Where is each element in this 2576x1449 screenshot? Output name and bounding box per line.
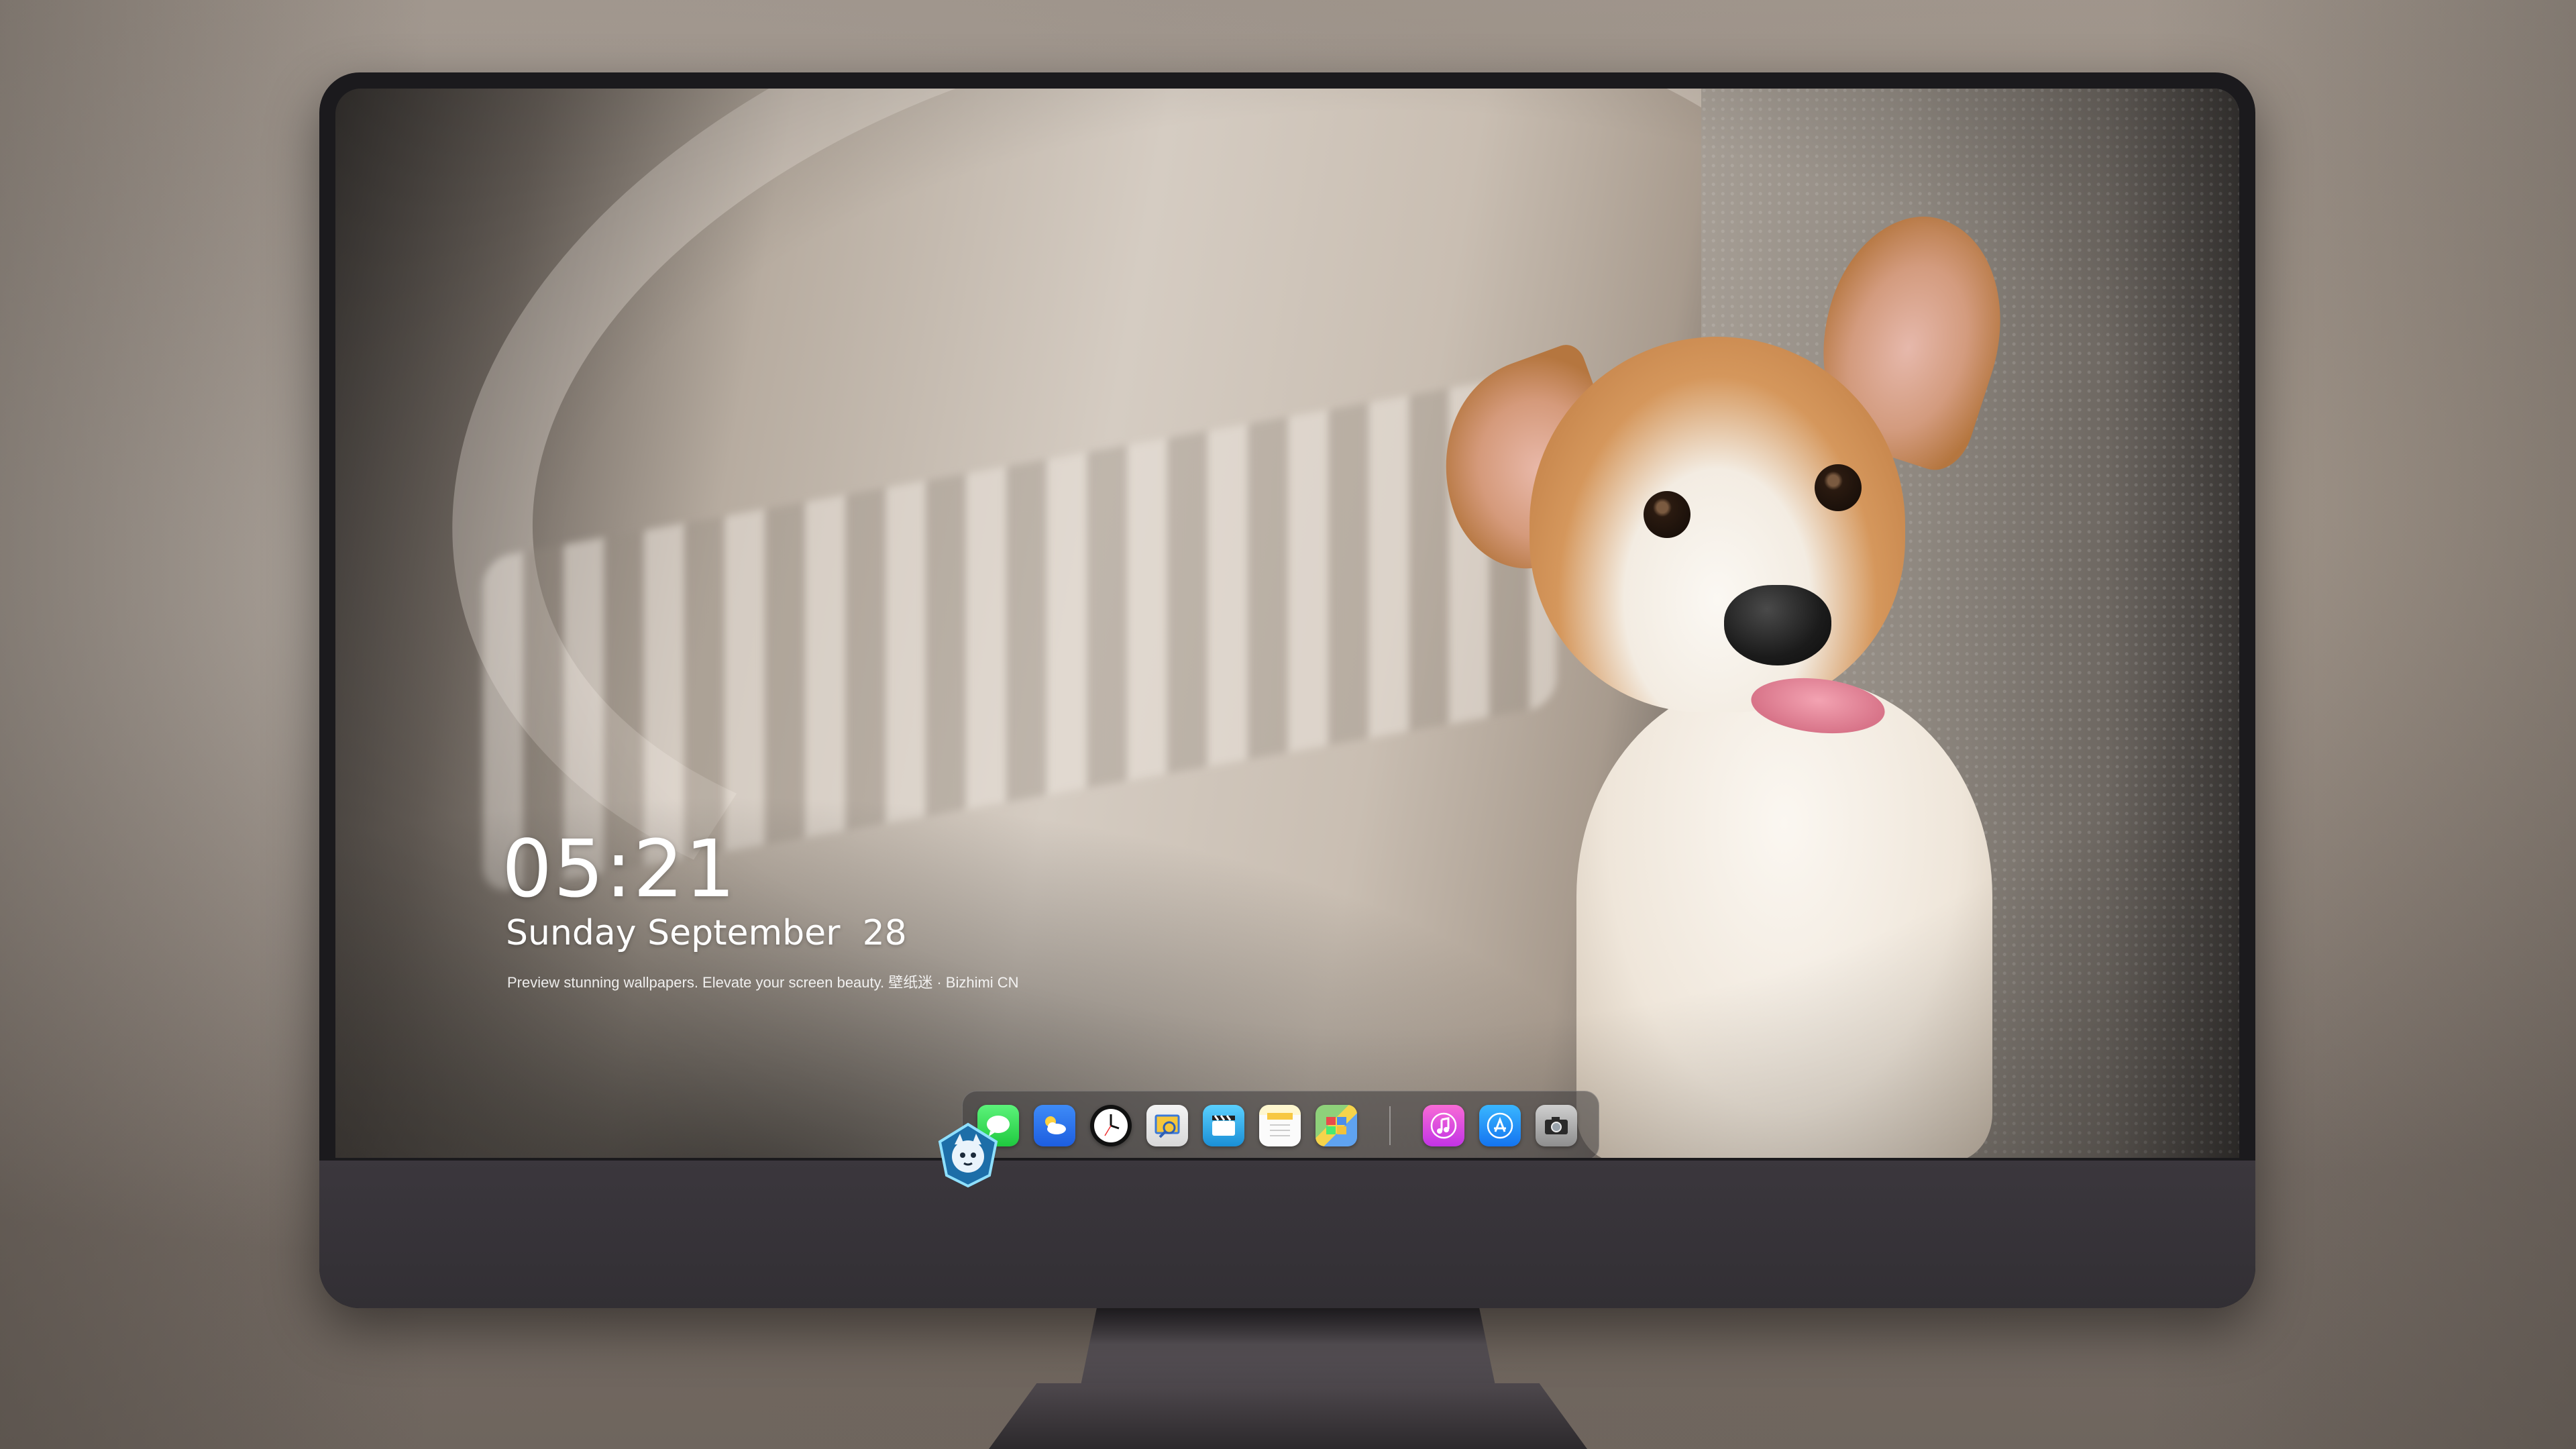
dock-separator (1389, 1106, 1391, 1145)
monitor-chin (319, 1161, 2255, 1308)
preview-icon[interactable] (1146, 1105, 1188, 1146)
dock (962, 1091, 1599, 1158)
wallpaper-corgi-head (1529, 337, 1905, 712)
monitor: 05:21 Sunday September 28 Preview stunni… (319, 72, 2255, 1308)
wallpaper-corgi-eye-left (1644, 491, 1690, 538)
notes-icon[interactable] (1259, 1105, 1301, 1146)
lock-clock-time: 05:21 (502, 822, 737, 915)
wallpaper-corgi-body (1576, 679, 1992, 1158)
music-icon[interactable] (1423, 1105, 1464, 1146)
app-store-icon[interactable] (1479, 1105, 1521, 1146)
weather-icon[interactable] (1034, 1105, 1075, 1146)
wallpaper-tagline: Preview stunning wallpapers. Elevate you… (507, 974, 1019, 991)
wallpaper-corgi-eye-right (1815, 464, 1862, 511)
wallpaper-corgi-nose (1724, 585, 1831, 665)
monitor-stand-neck (1080, 1308, 1496, 1389)
lock-screen[interactable]: 05:21 Sunday September 28 Preview stunni… (335, 89, 2239, 1158)
clock-icon[interactable] (1090, 1105, 1132, 1146)
camera-icon[interactable] (1536, 1105, 1577, 1146)
mascot-logo-icon (934, 1122, 1002, 1189)
monitor-stand-base (989, 1383, 1587, 1449)
maps-icon[interactable] (1316, 1105, 1357, 1146)
lock-date: Sunday September 28 (506, 913, 907, 953)
clips-icon[interactable] (1203, 1105, 1244, 1146)
